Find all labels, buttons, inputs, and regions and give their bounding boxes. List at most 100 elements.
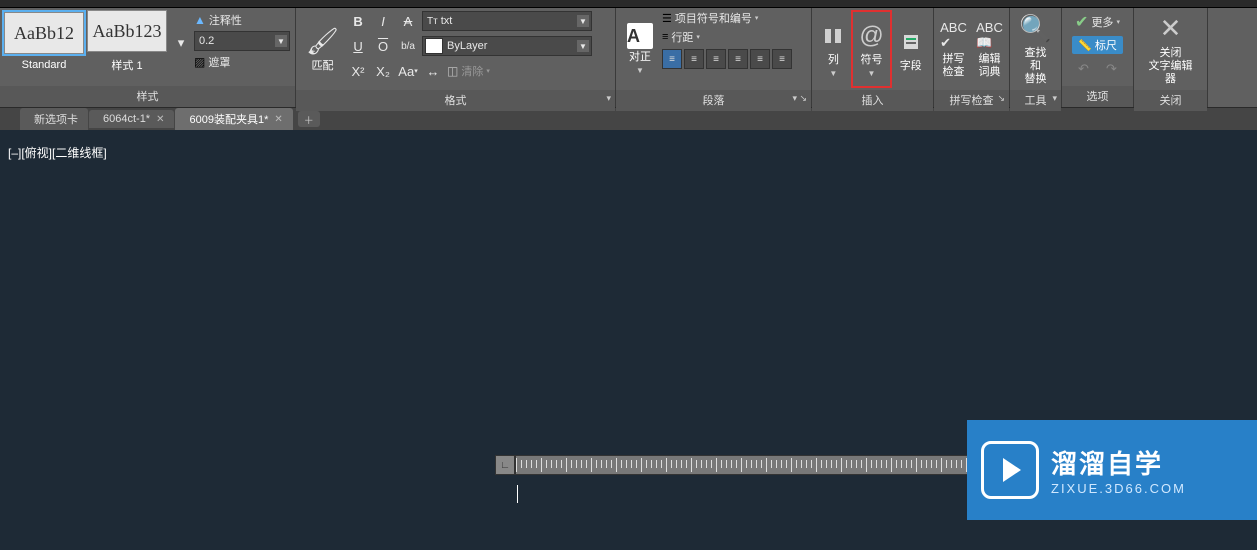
watermark: 溜溜自学 ZIXUE.3D66.COM [967,420,1257,520]
width-factor-button[interactable]: ↔ [422,60,444,82]
color-value: ByLayer [447,40,487,52]
annotative-icon: ▲ [194,13,206,27]
menu-bar [0,0,1257,8]
dialog-launcher-icon[interactable]: ↘ [997,93,1005,104]
linespacing-button[interactable]: ≡ 行距 ▾ [662,29,792,45]
viewport-label[interactable]: [–][俯视][二维线框] [8,144,107,161]
justify-button[interactable]: A 对正 ▼ [620,10,660,88]
text-cursor [517,485,518,503]
overline-button[interactable]: O [372,35,394,57]
ribbon: AaBb12 Standard AaBb123 样式 1 ▾ ▲ 注释性 0.2 [0,8,1257,108]
tab-6064ct[interactable]: 6064ct-1*✕ [89,110,174,128]
dict-label: 编辑 词典 [979,53,1001,79]
style-name-a: Standard [4,56,84,74]
text-style-1[interactable]: AaBb123 样式 1 [87,10,167,76]
at-icon: @ [859,20,883,52]
symbol-button[interactable]: @ 符号 ▼ [851,10,891,88]
bullets-button[interactable]: ☰ 项目符号和编号 ▾ [662,10,792,26]
stack-button[interactable]: b/a [397,35,419,57]
style-preview-b: AaBb123 [87,10,167,52]
panel-close-title: 关闭 [1134,90,1207,111]
model-viewport[interactable]: [–][俯视][二维线框] ∟ 溜溜自学 ZIXUE.3D66.COM [0,130,1257,550]
italic-button[interactable]: I [372,10,394,32]
chevron-down-icon[interactable]: ▾ ↘ [792,93,807,104]
text-style-standard[interactable]: AaBb12 Standard [4,12,84,74]
superscript-button[interactable]: X² [347,60,369,82]
panel-close: ✕ 关闭 文字编辑器 关闭 [1134,8,1208,107]
panel-options-title: 选项 [1062,86,1133,107]
panel-tools-title: 工具▾ [1010,90,1061,111]
panel-format-title: 格式▾ [296,90,615,111]
panel-paragraph-title: 段落▾ ↘ [616,90,811,111]
align-default-button[interactable]: ≡ [772,49,792,69]
find-replace-button[interactable]: 🔍 查找和 替换 [1014,10,1057,88]
linespacing-label: 行距 [671,29,693,45]
bullets-label: 项目符号和编号 [675,10,752,26]
field-label: 字段 [900,60,922,73]
panel-spellcheck-title: 拼写检查↘ [934,90,1009,111]
chevron-down-icon[interactable]: ▾ [1052,93,1057,104]
symbol-label: 符号 [861,54,883,67]
dropdown-icon: ▼ [577,40,589,52]
search-icon: 🔍 [1019,13,1051,45]
undo-button[interactable]: ↶ [1073,58,1095,80]
strike-button[interactable]: A [397,10,419,32]
panel-insert: 列 ▼ @ 符号 ▼ 字段 插入 [812,8,934,107]
clear-format-button[interactable]: ◫ 清除 ▾ [447,63,490,79]
tab-new[interactable]: 新选项卡 [20,108,88,130]
watermark-sub: ZIXUE.3D66.COM [1051,481,1186,496]
new-tab-button[interactable]: ＋ [298,111,320,127]
underline-button[interactable]: U [347,35,369,57]
columns-button[interactable]: 列 ▼ [817,10,849,88]
mask-button[interactable]: ▨ 遮罩 [194,54,291,70]
ruler-icon: 📏 [1078,39,1092,52]
style-name-b: 样式 1 [87,54,167,76]
bold-button[interactable]: B [347,10,369,32]
field-button[interactable]: 字段 [894,10,928,88]
chevron-down-icon[interactable]: ▾ [606,93,611,104]
style-gallery-expand[interactable]: ▾ [170,32,192,54]
change-case-button[interactable]: Aa▾ [397,60,419,82]
find-label: 查找和 替换 [1020,47,1051,86]
brush-icon: 🖌 [306,26,339,58]
color-combo[interactable]: ByLayer ▼ [422,36,592,56]
color-swatch [425,38,443,54]
spellcheck-button[interactable]: ABC✔ 拼写 检查 [937,10,971,88]
more-button[interactable]: ✔ 更多 ▾ [1075,12,1120,32]
redo-button[interactable]: ↷ [1101,58,1123,80]
match-button[interactable]: 🖌 匹配 [300,10,345,88]
text-height-combo[interactable]: 0.2 ▼ [194,31,290,51]
tab-6009[interactable]: 6009装配夹具1*✕ [175,108,292,130]
bullets-icon: ☰ [662,12,672,25]
more-label: 更多 [1091,14,1113,30]
align-justify-button[interactable]: ≡ [728,49,748,69]
panel-format: 🖌 匹配 B I A Tᴛ txt ▼ U O b/a [296,8,616,107]
annotative-label: 注释性 [209,12,242,28]
justify-label: 对正 [629,51,651,64]
dropdown-icon: ▼ [577,15,589,27]
eraser-icon: ◫ [447,64,458,78]
subscript-button[interactable]: X₂ [372,60,394,82]
more-icon: ✔ [1075,12,1088,32]
panel-options: ✔ 更多 ▾ 📏 标尺 ↶ ↷ 选项 [1062,8,1134,107]
mask-label: 遮罩 [208,54,230,70]
ruler-toggle[interactable]: 📏 标尺 [1072,36,1123,54]
panel-paragraph: A 对正 ▼ ☰ 项目符号和编号 ▾ ≡ 行距 ▾ ≡ ≡ ≡ [616,8,812,107]
document-tab-strip: 新选项卡 6064ct-1*✕ 6009装配夹具1*✕ ＋ [0,108,1257,130]
columns-icon [823,20,843,52]
close-editor-button[interactable]: ✕ 关闭 文字编辑器 [1138,10,1203,88]
close-icon[interactable]: ✕ [274,114,282,125]
play-icon [981,441,1039,499]
font-combo[interactable]: Tᴛ txt ▼ [422,11,592,31]
align-right-button[interactable]: ≡ [706,49,726,69]
watermark-title: 溜溜自学 [1051,444,1186,481]
panel-tools: 🔍 查找和 替换 工具▾ [1010,8,1062,107]
panel-spellcheck: ABC✔ 拼写 检查 ABC📖 编辑 词典 拼写检查↘ [934,8,1010,107]
align-center-button[interactable]: ≡ [684,49,704,69]
close-icon: ✕ [1160,13,1182,45]
align-left-button[interactable]: ≡ [662,49,682,69]
close-icon[interactable]: ✕ [156,114,164,125]
edit-dictionary-button[interactable]: ABC📖 编辑 词典 [973,10,1007,88]
abc-check-icon: ABC✔ [940,19,967,51]
align-distribute-button[interactable]: ≡ [750,49,770,69]
